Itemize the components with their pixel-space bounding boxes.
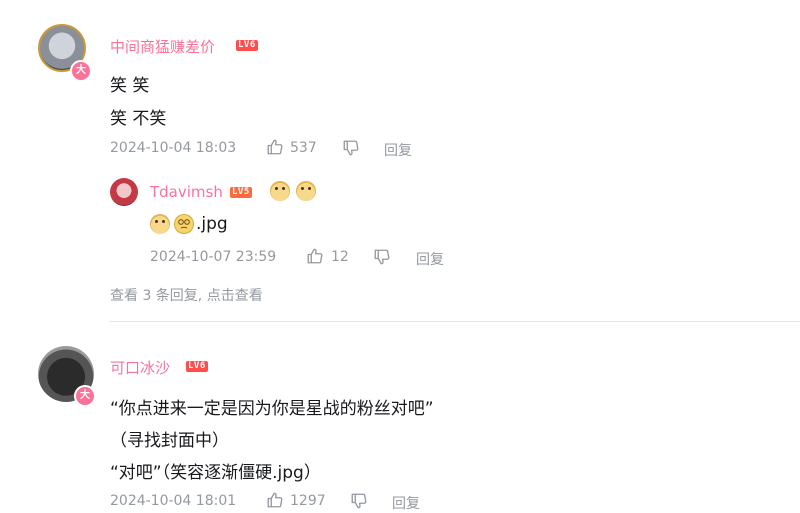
reply-button[interactable]: 回复 bbox=[384, 140, 412, 160]
vip-badge: 大 bbox=[74, 385, 96, 407]
view-more-replies-link[interactable]: 查看 3 条回复, 点击查看 bbox=[110, 285, 263, 305]
dazed-emoji bbox=[174, 214, 194, 234]
avatar[interactable] bbox=[110, 178, 138, 206]
vip-badge: 大 bbox=[70, 60, 92, 82]
thumbs-down-icon[interactable] bbox=[373, 248, 391, 266]
thumbs-up-icon[interactable] bbox=[266, 138, 284, 156]
timestamp: 2024-10-07 23:59 bbox=[150, 249, 277, 265]
divider bbox=[110, 321, 800, 322]
doge-emoji bbox=[296, 181, 316, 201]
level-badge: LV6 bbox=[236, 40, 258, 51]
level-badge: LV6 bbox=[186, 361, 208, 372]
comment-text-line: （寻找封面中） bbox=[110, 431, 229, 451]
comment-text-line: “你点进来一定是因为你是星战的粉丝对吧” bbox=[110, 399, 434, 419]
timestamp: 2024-10-04 18:03 bbox=[110, 140, 237, 156]
username[interactable]: 中间商猛赚差价 bbox=[110, 36, 215, 57]
level-badge: LV5 bbox=[230, 187, 252, 198]
comment-text-line: 笑 笑 bbox=[110, 76, 150, 96]
username[interactable]: Tdavimsh bbox=[150, 183, 223, 201]
like-count: 12 bbox=[331, 249, 349, 265]
timestamp: 2024-10-04 18:01 bbox=[110, 493, 237, 509]
like-count: 1297 bbox=[290, 493, 326, 509]
reply-button[interactable]: 回复 bbox=[392, 493, 420, 513]
like-count: 537 bbox=[290, 140, 317, 156]
username[interactable]: 可口冰沙 bbox=[110, 357, 170, 378]
thumbs-down-icon[interactable] bbox=[350, 492, 368, 510]
comment-text-line: 笑 不笑 bbox=[110, 109, 167, 129]
doge-emoji bbox=[150, 214, 170, 234]
reply-text: .jpg bbox=[196, 214, 228, 234]
doge-emoji bbox=[270, 181, 290, 201]
thumbs-up-icon[interactable] bbox=[266, 491, 284, 509]
thumbs-down-icon[interactable] bbox=[342, 139, 360, 157]
reply-button[interactable]: 回复 bbox=[416, 249, 444, 269]
thumbs-up-icon[interactable] bbox=[306, 247, 324, 265]
comment-text-line: “对吧”（笑容逐渐僵硬.jpg） bbox=[110, 463, 321, 483]
